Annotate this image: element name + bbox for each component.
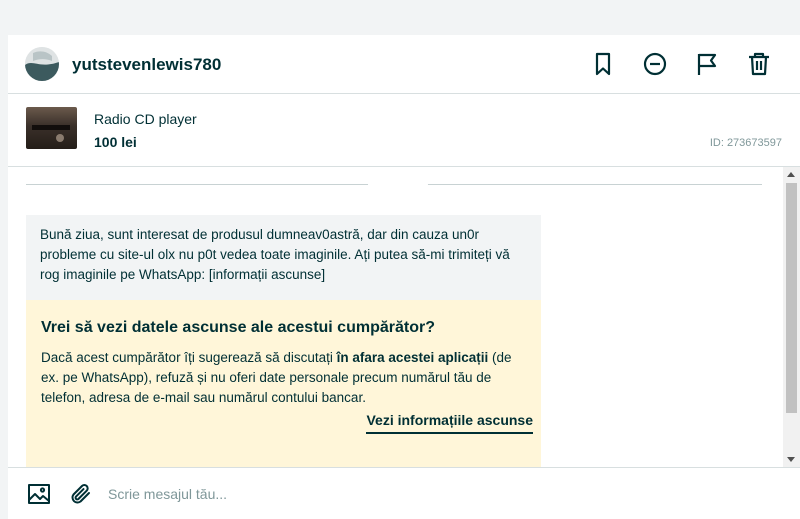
safety-warning: Vrei să vezi datele ascunse ale acestui … [26, 300, 541, 467]
ad-title[interactable]: Radio CD player [94, 111, 197, 127]
scroll-up-arrow-icon[interactable] [787, 172, 795, 177]
date-divider-label [368, 175, 428, 195]
chat-panel: yutstevenlewis780 Radio CD player 100 le… [8, 35, 800, 519]
message-input[interactable] [108, 480, 768, 508]
trash-icon[interactable] [746, 51, 772, 77]
ad-thumbnail[interactable] [26, 107, 77, 149]
block-icon[interactable] [642, 51, 668, 77]
bookmark-icon[interactable] [590, 51, 616, 77]
avatar[interactable] [25, 47, 59, 81]
chat-header: yutstevenlewis780 [8, 35, 800, 94]
received-message: Bună ziua, sunt interesat de produsul du… [26, 215, 541, 300]
warning-title: Vrei să vezi datele ascunse ale acestui … [41, 319, 435, 336]
image-icon[interactable] [27, 482, 51, 506]
scroll-thumb[interactable] [786, 183, 797, 413]
username[interactable]: yutstevenlewis780 [72, 55, 221, 75]
paperclip-icon[interactable] [69, 482, 93, 506]
message-list: Bună ziua, sunt interesat de produsul du… [8, 167, 783, 467]
show-hidden-info-link[interactable]: Vezi informațiile ascunse [366, 412, 533, 434]
scroll-down-arrow-icon[interactable] [787, 457, 795, 462]
ad-summary[interactable]: Radio CD player 100 lei ID: 273673597 [8, 94, 800, 167]
ad-price: 100 lei [94, 134, 137, 150]
scrollbar[interactable] [783, 167, 800, 467]
ad-id: ID: 273673597 [709, 137, 782, 149]
message-composer [8, 467, 800, 519]
report-flag-icon[interactable] [694, 51, 720, 77]
warning-body: Dacă acest cumpărător îți sugerează să d… [41, 350, 512, 405]
